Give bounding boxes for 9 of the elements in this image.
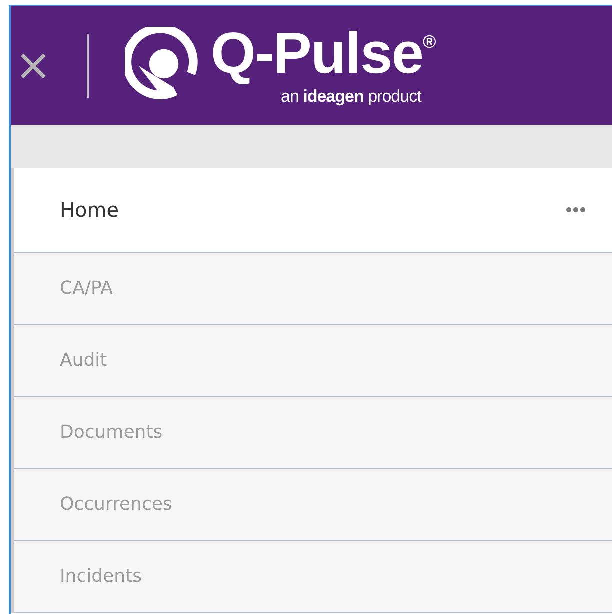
logo-name: Q-Pulse$^{®}$ bbox=[210, 24, 436, 82]
close-button[interactable]: × bbox=[15, 44, 52, 88]
nav-item[interactable]: Incidents bbox=[14, 541, 612, 613]
logo-tagline: an ideagen product bbox=[280, 86, 422, 106]
nav-item[interactable]: CA/PA bbox=[14, 253, 612, 325]
nav-item[interactable]: Audit bbox=[14, 325, 612, 397]
nav-item[interactable]: Occurrences bbox=[14, 469, 612, 541]
more-icon[interactable] bbox=[566, 207, 586, 213]
nav-item[interactable]: Documents bbox=[14, 397, 612, 469]
